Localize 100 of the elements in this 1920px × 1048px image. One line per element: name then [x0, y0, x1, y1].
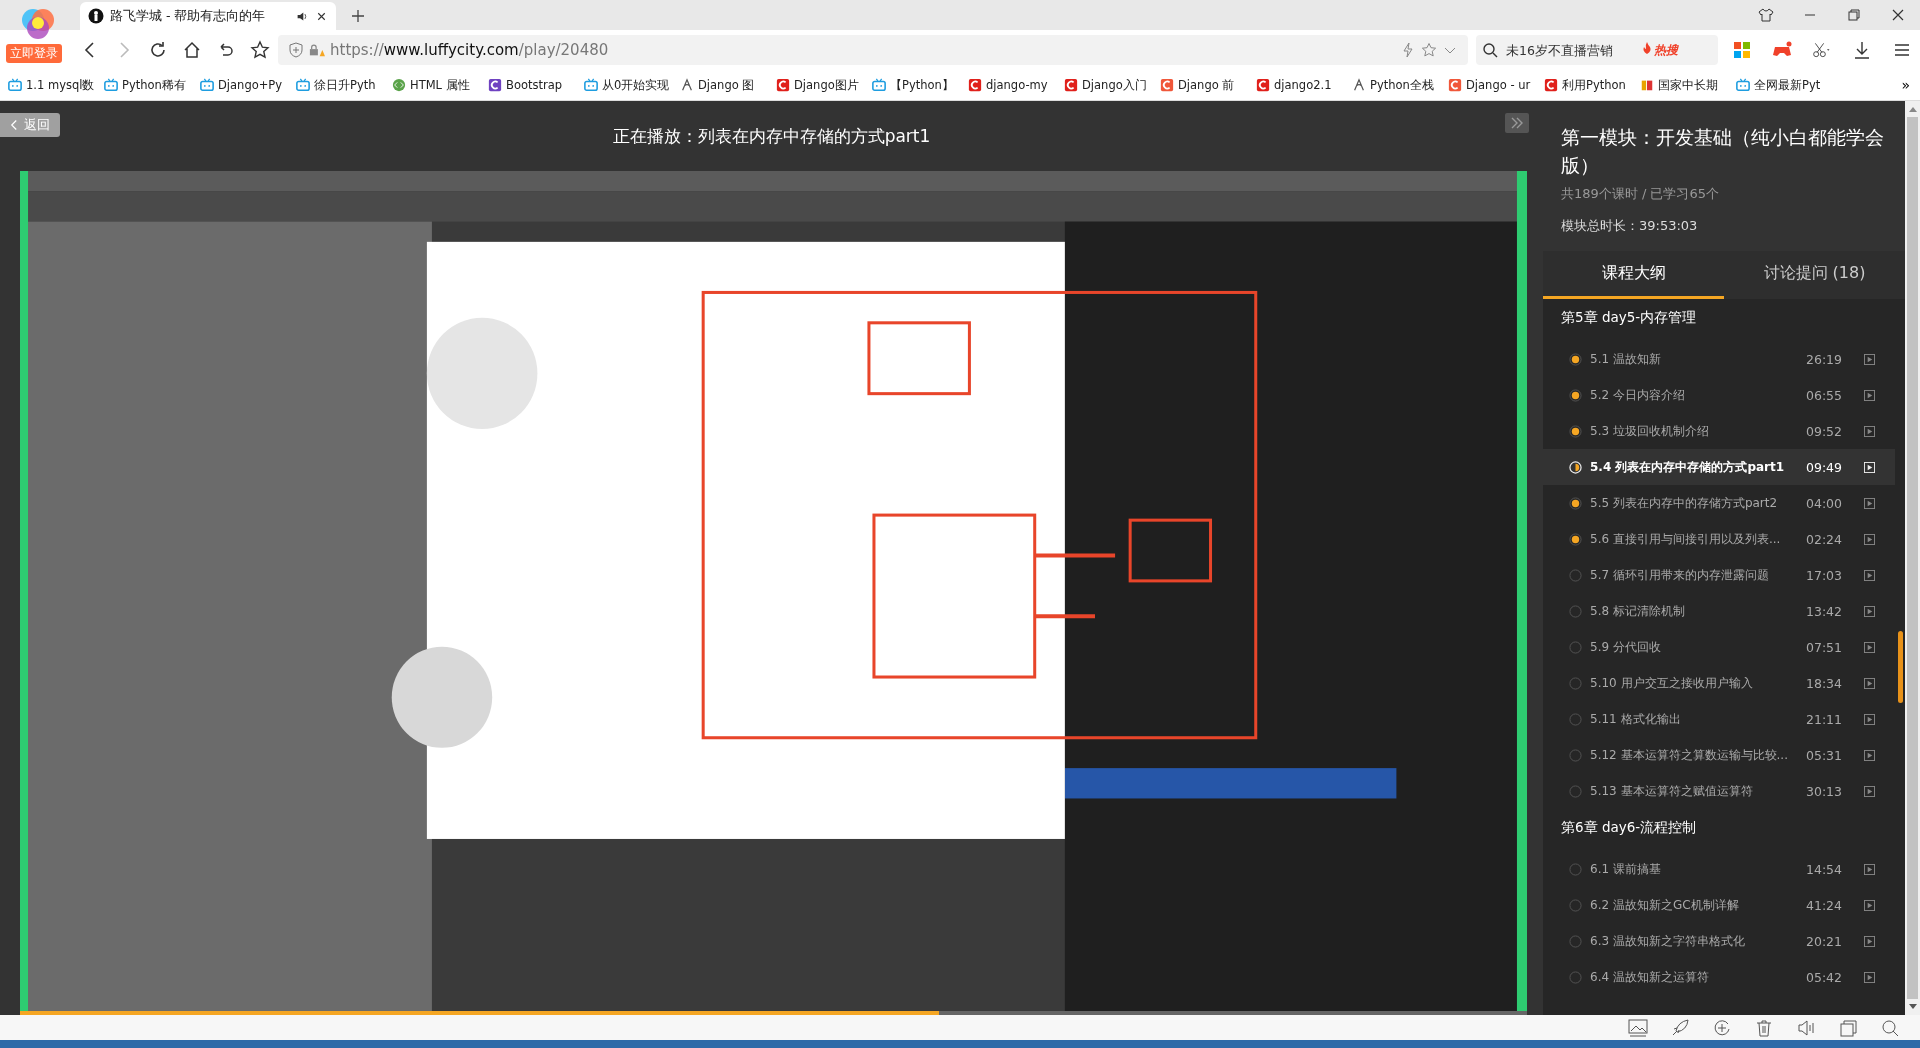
html-icon: [392, 78, 406, 92]
play-icon[interactable]: [1864, 935, 1875, 947]
search-icon[interactable]: [1880, 1018, 1900, 1037]
lesson-item[interactable]: 5.5 列表在内存中的存储方式part2 04:00: [1543, 485, 1895, 521]
now-playing-title: 正在播放：列表在内存中存储的方式part1: [612, 124, 931, 148]
play-icon[interactable]: [1864, 533, 1875, 545]
reload-icon[interactable]: [148, 40, 168, 60]
lesson-duration: 30:13: [1806, 783, 1844, 799]
play-icon[interactable]: [1864, 605, 1875, 617]
lesson-item[interactable]: 5.11 格式化输出 21:11: [1543, 701, 1895, 737]
image-icon[interactable]: [1628, 1018, 1648, 1037]
lesson-item[interactable]: 6.1 课前搞基 14:54: [1543, 851, 1895, 887]
lesson-item[interactable]: 5.10 用户交互之接收用户输入 18:34: [1543, 665, 1895, 701]
play-icon[interactable]: [1864, 353, 1875, 365]
chevron-left-icon: [10, 119, 18, 131]
play-icon[interactable]: [1864, 641, 1875, 653]
scrollbar-thumb[interactable]: [1898, 631, 1903, 703]
play-icon[interactable]: [1864, 389, 1875, 401]
bookmark-item[interactable]: 【Python】: [872, 77, 966, 93]
lesson-duration: 17:03: [1806, 567, 1844, 583]
play-icon[interactable]: [1864, 677, 1875, 689]
bookmark-item[interactable]: HTML 属性: [392, 77, 486, 93]
lesson-item[interactable]: 5.3 垃圾回收机制介绍 09:52: [1543, 413, 1895, 449]
lesson-duration: 18:34: [1806, 675, 1844, 691]
bookmark-item[interactable]: Django 前: [1160, 77, 1254, 93]
bookmark-item[interactable]: django-my: [968, 78, 1062, 92]
bookmark-item[interactable]: Python全栈: [1352, 77, 1446, 93]
lesson-item[interactable]: 6.3 温故知新之字符串格式化 20:21: [1543, 923, 1895, 959]
bookmark-item[interactable]: Django - ur: [1448, 78, 1542, 92]
play-icon[interactable]: [1864, 749, 1875, 761]
rocket-icon[interactable]: [1670, 1018, 1690, 1037]
bookmark-item[interactable]: 从0开始实现: [584, 77, 678, 93]
bookmark-item[interactable]: 全网最新Pyt: [1736, 77, 1830, 93]
sidebar-tab[interactable]: 课程大纲: [1543, 251, 1724, 299]
home-icon[interactable]: [182, 40, 202, 60]
lesson-item[interactable]: 5.13 基本运算符之赋值运算符 30:13: [1543, 773, 1895, 809]
apps-grid-icon[interactable]: [1732, 40, 1752, 60]
bookmark-item[interactable]: django2.1: [1256, 78, 1350, 92]
play-icon[interactable]: [1864, 569, 1875, 581]
bookmark-item[interactable]: Bootstrap: [488, 78, 582, 92]
site-favicon-icon: [1448, 78, 1462, 92]
lesson-item[interactable]: 5.12 基本运算符之算数运输与比较... 05:31: [1543, 737, 1895, 773]
play-icon[interactable]: [1864, 899, 1875, 911]
bookmark-item[interactable]: 1.1 mysql数: [8, 77, 102, 93]
shirt-icon[interactable]: [1758, 7, 1774, 23]
lesson-item[interactable]: 5.1 温故知新 26:19: [1543, 341, 1895, 377]
browser-tab[interactable]: 路飞学城 - 帮助有志向的年: [80, 2, 336, 30]
lesson-item[interactable]: 5.8 标记清除机制 13:42: [1543, 593, 1895, 629]
bookmark-item[interactable]: Django入门: [1064, 77, 1158, 93]
lesson-item[interactable]: 5.4 列表在内存中存储的方式part1 09:49: [1543, 449, 1895, 485]
scissors-icon[interactable]: [1812, 40, 1832, 60]
trash-icon[interactable]: [1754, 1018, 1774, 1037]
restore-icon[interactable]: [1846, 7, 1862, 23]
new-tab-icon[interactable]: [350, 8, 366, 24]
play-icon[interactable]: [1864, 785, 1875, 797]
page-scrollbar[interactable]: [1905, 101, 1920, 1015]
tv-icon: [1736, 78, 1750, 92]
play-icon[interactable]: [1864, 497, 1875, 509]
lesson-item[interactable]: 6.2 温故知新之GC机制详解 41:24: [1543, 887, 1895, 923]
play-icon[interactable]: [1864, 713, 1875, 725]
lightning-icon[interactable]: [1400, 42, 1416, 58]
video-progress-bar[interactable]: [20, 1011, 1527, 1015]
star-icon[interactable]: [250, 40, 270, 60]
tv-icon: [296, 78, 310, 92]
shield-icon: [288, 42, 304, 58]
download-icon[interactable]: [1852, 40, 1872, 60]
collapse-icon[interactable]: [1505, 113, 1529, 133]
lesson-item[interactable]: 5.9 分代回收 07:51: [1543, 629, 1895, 665]
bookmark-item[interactable]: Python稀有: [104, 77, 198, 93]
site-favicon-icon: [1256, 78, 1270, 92]
more-bookmarks-button[interactable]: »: [1891, 77, 1920, 93]
sidebar-tab[interactable]: 讨论提问 (18): [1724, 251, 1905, 299]
refresh-plus-icon[interactable]: [1712, 1018, 1732, 1037]
bookmark-item[interactable]: 国家中长期: [1640, 77, 1734, 93]
lesson-item[interactable]: 6.4 温故知新之运算符 05:42: [1543, 959, 1895, 995]
window-icon[interactable]: [1838, 1018, 1858, 1037]
close-icon[interactable]: [1890, 7, 1906, 23]
lesson-item[interactable]: 5.6 直接引用与间接引用以及列表... 02:24: [1543, 521, 1895, 557]
play-icon[interactable]: [1864, 971, 1875, 983]
scroll-down-icon[interactable]: [1907, 1003, 1918, 1011]
site-favicon-icon: [776, 78, 790, 92]
bookmark-item[interactable]: Django+Py: [200, 78, 294, 92]
bookmark-item[interactable]: Django图片: [776, 77, 870, 93]
scroll-up-icon[interactable]: [1907, 105, 1918, 113]
search-input[interactable]: 未16岁不直播营销: [1504, 41, 1636, 59]
tv-icon: [104, 78, 118, 92]
search-icon: [1482, 42, 1498, 58]
star-icon[interactable]: [1421, 42, 1437, 58]
tab-title: 路飞学城 - 帮助有志向的年: [110, 7, 267, 25]
address-bar[interactable]: https://www.luffycity.com/play/20480: [278, 35, 1468, 65]
bookmark-item[interactable]: Django 图: [680, 77, 774, 93]
play-icon[interactable]: [1864, 425, 1875, 437]
bookmark-item[interactable]: 利用Python: [1544, 77, 1638, 93]
lesson-duration: 06:55: [1806, 387, 1844, 403]
flame-icon: [1642, 41, 1652, 54]
bookmark-item[interactable]: 徐日升Pyth: [296, 77, 390, 93]
lesson-duration: 13:42: [1806, 603, 1844, 619]
lesson-item[interactable]: 5.2 今日内容介绍 06:55: [1543, 377, 1895, 413]
play-icon[interactable]: [1864, 863, 1875, 875]
lesson-item[interactable]: 5.7 循环引用带来的内存泄露问题 17:03: [1543, 557, 1895, 593]
